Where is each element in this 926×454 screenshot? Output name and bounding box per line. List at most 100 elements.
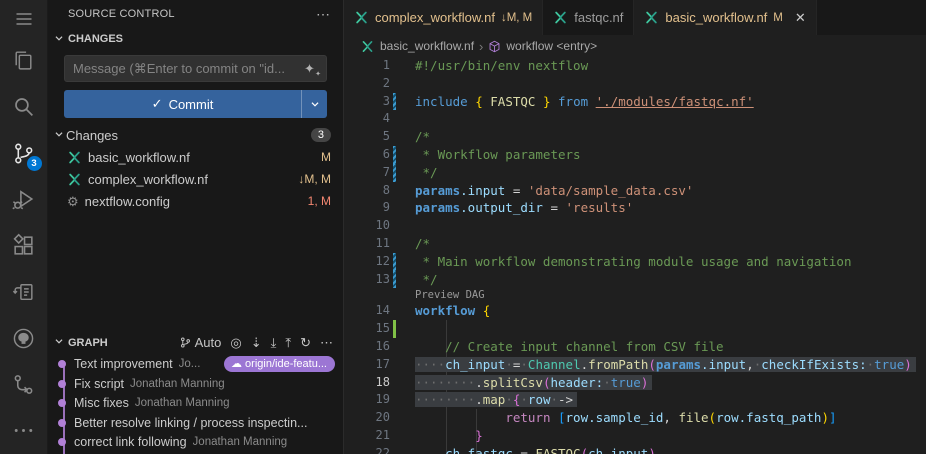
activity-item-run-debug[interactable] <box>0 176 48 222</box>
git-pull-icon[interactable]: ⤓ <box>271 336 277 349</box>
code-line-17[interactable]: 17····ch_input·=·Channel.fromPath(params… <box>344 356 926 374</box>
editor-tab-fastqc.nf[interactable]: fastqc.nf <box>543 0 634 35</box>
chevron-down-icon <box>308 97 322 111</box>
line-number: 14 <box>344 302 390 320</box>
code-text: ········.splitCsv(header:·true) <box>399 374 652 392</box>
code-line-12[interactable]: 12 * Main workflow demonstrating module … <box>344 253 926 271</box>
code-text: #!/usr/bin/env nextflow <box>399 57 588 75</box>
git-modified-gutter-bar <box>393 271 396 289</box>
sidebar-more-actions-icon[interactable]: ⋯ <box>316 6 331 23</box>
git-status-badge: ↓M, M <box>298 172 331 186</box>
commit-dot-icon <box>58 419 66 427</box>
commit-row[interactable]: correct link followingJonathan Manning <box>48 433 343 453</box>
changed-file-row[interactable]: complex_workflow.nf↓M, M <box>48 168 343 190</box>
editor-group: complex_workflow.nf↓M, Mfastqc.nfbasic_w… <box>344 0 926 454</box>
graph-section-header[interactable]: GRAPH Auto ◎ ⇣ ⤓ ⤒ ↻ ⋯ <box>48 331 343 355</box>
activity-item-search[interactable] <box>0 84 48 130</box>
commit-dropdown-button[interactable] <box>301 90 327 118</box>
gutter <box>390 427 399 445</box>
code-text: } <box>399 427 483 445</box>
changes-tree-row[interactable]: Changes 3 <box>48 124 343 146</box>
commit-dot-icon <box>58 438 66 446</box>
activity-item-explorer[interactable] <box>0 37 48 83</box>
refresh-icon[interactable]: ↻ <box>300 336 311 349</box>
code-text: ········.map·{·row·-> <box>399 391 577 409</box>
code-line-19[interactable]: 19········.map·{·row·-> <box>344 391 926 409</box>
branch-ref-pill[interactable]: ☁ origin/ide-featu... <box>224 356 335 372</box>
changes-section-header[interactable]: CHANGES <box>48 28 343 50</box>
commit-row[interactable]: Better resolve linking / process inspect… <box>48 413 343 433</box>
line-number: 16 <box>344 338 390 356</box>
code-text: /* <box>399 128 430 146</box>
code-text <box>399 217 415 235</box>
gutter <box>390 391 399 409</box>
activity-item-menu[interactable] <box>0 0 48 37</box>
code-line-16[interactable]: 16 // Create input channel from CSV file <box>344 338 926 356</box>
commit-row[interactable]: Text improvementJo...☁ origin/ide-featu.… <box>48 355 343 375</box>
code-line-2[interactable]: 2 <box>344 75 926 93</box>
code-line-9[interactable]: 9params.output_dir = 'results' <box>344 199 926 217</box>
editor-tab-complex_workflow.nf[interactable]: complex_workflow.nf↓M, M <box>344 0 543 35</box>
code-line-10[interactable]: 10 <box>344 217 926 235</box>
code-line-4[interactable]: 4 <box>344 110 926 128</box>
code-line-15[interactable]: 15 <box>344 320 926 338</box>
graph-section-label: GRAPH <box>68 337 108 349</box>
code-text: workflow { <box>399 302 490 320</box>
code-line-11[interactable]: 11/* <box>344 235 926 253</box>
code-text: ····ch_input·=·Channel.fromPath(params.i… <box>399 356 916 374</box>
git-status-badge: 1, M <box>308 194 331 208</box>
breadcrumb-file[interactable]: basic_workflow.nf <box>360 39 474 54</box>
code-line-14[interactable]: 14 workflow { <box>344 302 926 320</box>
sparkle-icon[interactable]: ✦✦ <box>304 62 320 75</box>
code-line-3[interactable]: 3include { FASTQC } from './modules/fast… <box>344 93 926 111</box>
git-modified-gutter-bar <box>393 164 396 182</box>
code-line-18[interactable]: 18········.splitCsv(header:·true) <box>344 374 926 392</box>
git-added-gutter-bar <box>393 320 396 338</box>
commit-button[interactable]: ✓ Commit <box>64 90 327 118</box>
commit-button-label: Commit <box>169 97 214 112</box>
activity-item-source-control[interactable]: 3 <box>0 130 48 176</box>
code-line-20[interactable]: 20 return [row.sample_id, file(row.fastq… <box>344 409 926 427</box>
changed-file-row[interactable]: basic_workflow.nfM <box>48 146 343 168</box>
activity-item-task-output[interactable] <box>0 269 48 315</box>
activity-item-more-views[interactable] <box>0 408 48 454</box>
code-line-1[interactable]: 1#!/usr/bin/env nextflow <box>344 57 926 75</box>
breadcrumb-symbol-label: workflow <entry> <box>506 39 597 53</box>
code-line-6[interactable]: 6 * Workflow parameters <box>344 146 926 164</box>
tab-git-decoration: ↓M, M <box>501 12 532 24</box>
graph-more-actions-icon[interactable]: ⋯ <box>320 336 333 349</box>
changed-file-row[interactable]: ⚙nextflow.config1, M <box>48 190 343 212</box>
commit-row[interactable]: Misc fixesJonathan Manning <box>48 394 343 414</box>
chevron-down-icon <box>52 31 66 48</box>
activity-item-extensions[interactable] <box>0 223 48 269</box>
graph-target-icon[interactable]: ◎ <box>230 336 241 349</box>
gutter <box>390 409 399 427</box>
code-editor[interactable]: 1#!/usr/bin/env nextflow23include { FAST… <box>344 57 926 454</box>
git-fetch-icon[interactable]: ⇣ <box>251 336 262 349</box>
codelens-preview-dag[interactable]: Preview DAG <box>344 288 926 302</box>
code-line-13[interactable]: 13 */ <box>344 271 926 289</box>
code-line-7[interactable]: 7 */ <box>344 164 926 182</box>
commit-message-input[interactable] <box>73 61 304 76</box>
git-push-icon[interactable]: ⤒ <box>285 336 291 349</box>
code-line-22[interactable]: 22 ch_fastqc = FASTQC(ch_input) <box>344 445 926 454</box>
commit-row[interactable]: Fix scriptJonathan Manning <box>48 374 343 394</box>
code-text: */ <box>399 164 438 182</box>
editor-tab-bar: complex_workflow.nf↓M, Mfastqc.nfbasic_w… <box>344 0 926 35</box>
code-line-8[interactable]: 8params.input = 'data/sample_data.csv' <box>344 182 926 200</box>
vscode-window: 3 SOURCE CONTROL ⋯ CHANGES ✦✦ ✓ Commit C… <box>0 0 926 454</box>
editor-tab-basic_workflow.nf-active[interactable]: basic_workflow.nfM✕ <box>634 0 816 35</box>
line-number: 10 <box>344 217 390 235</box>
graph-auto-label: Auto <box>195 336 222 349</box>
code-line-5[interactable]: 5/* <box>344 128 926 146</box>
nextflow-file-icon <box>553 10 568 25</box>
line-number: 8 <box>344 182 390 200</box>
breadcrumb-symbol[interactable]: workflow <entry> <box>488 39 597 53</box>
commit-button-main[interactable]: ✓ Commit <box>64 90 301 118</box>
code-line-21[interactable]: 21 } <box>344 427 926 445</box>
graph-branch-auto-picker[interactable]: Auto <box>179 336 222 349</box>
close-icon[interactable]: ✕ <box>795 10 806 26</box>
activity-item-github[interactable] <box>0 315 48 361</box>
breadcrumb: basic_workflow.nf › workflow <entry> <box>344 35 926 57</box>
activity-item-commit-graph[interactable] <box>0 361 48 407</box>
